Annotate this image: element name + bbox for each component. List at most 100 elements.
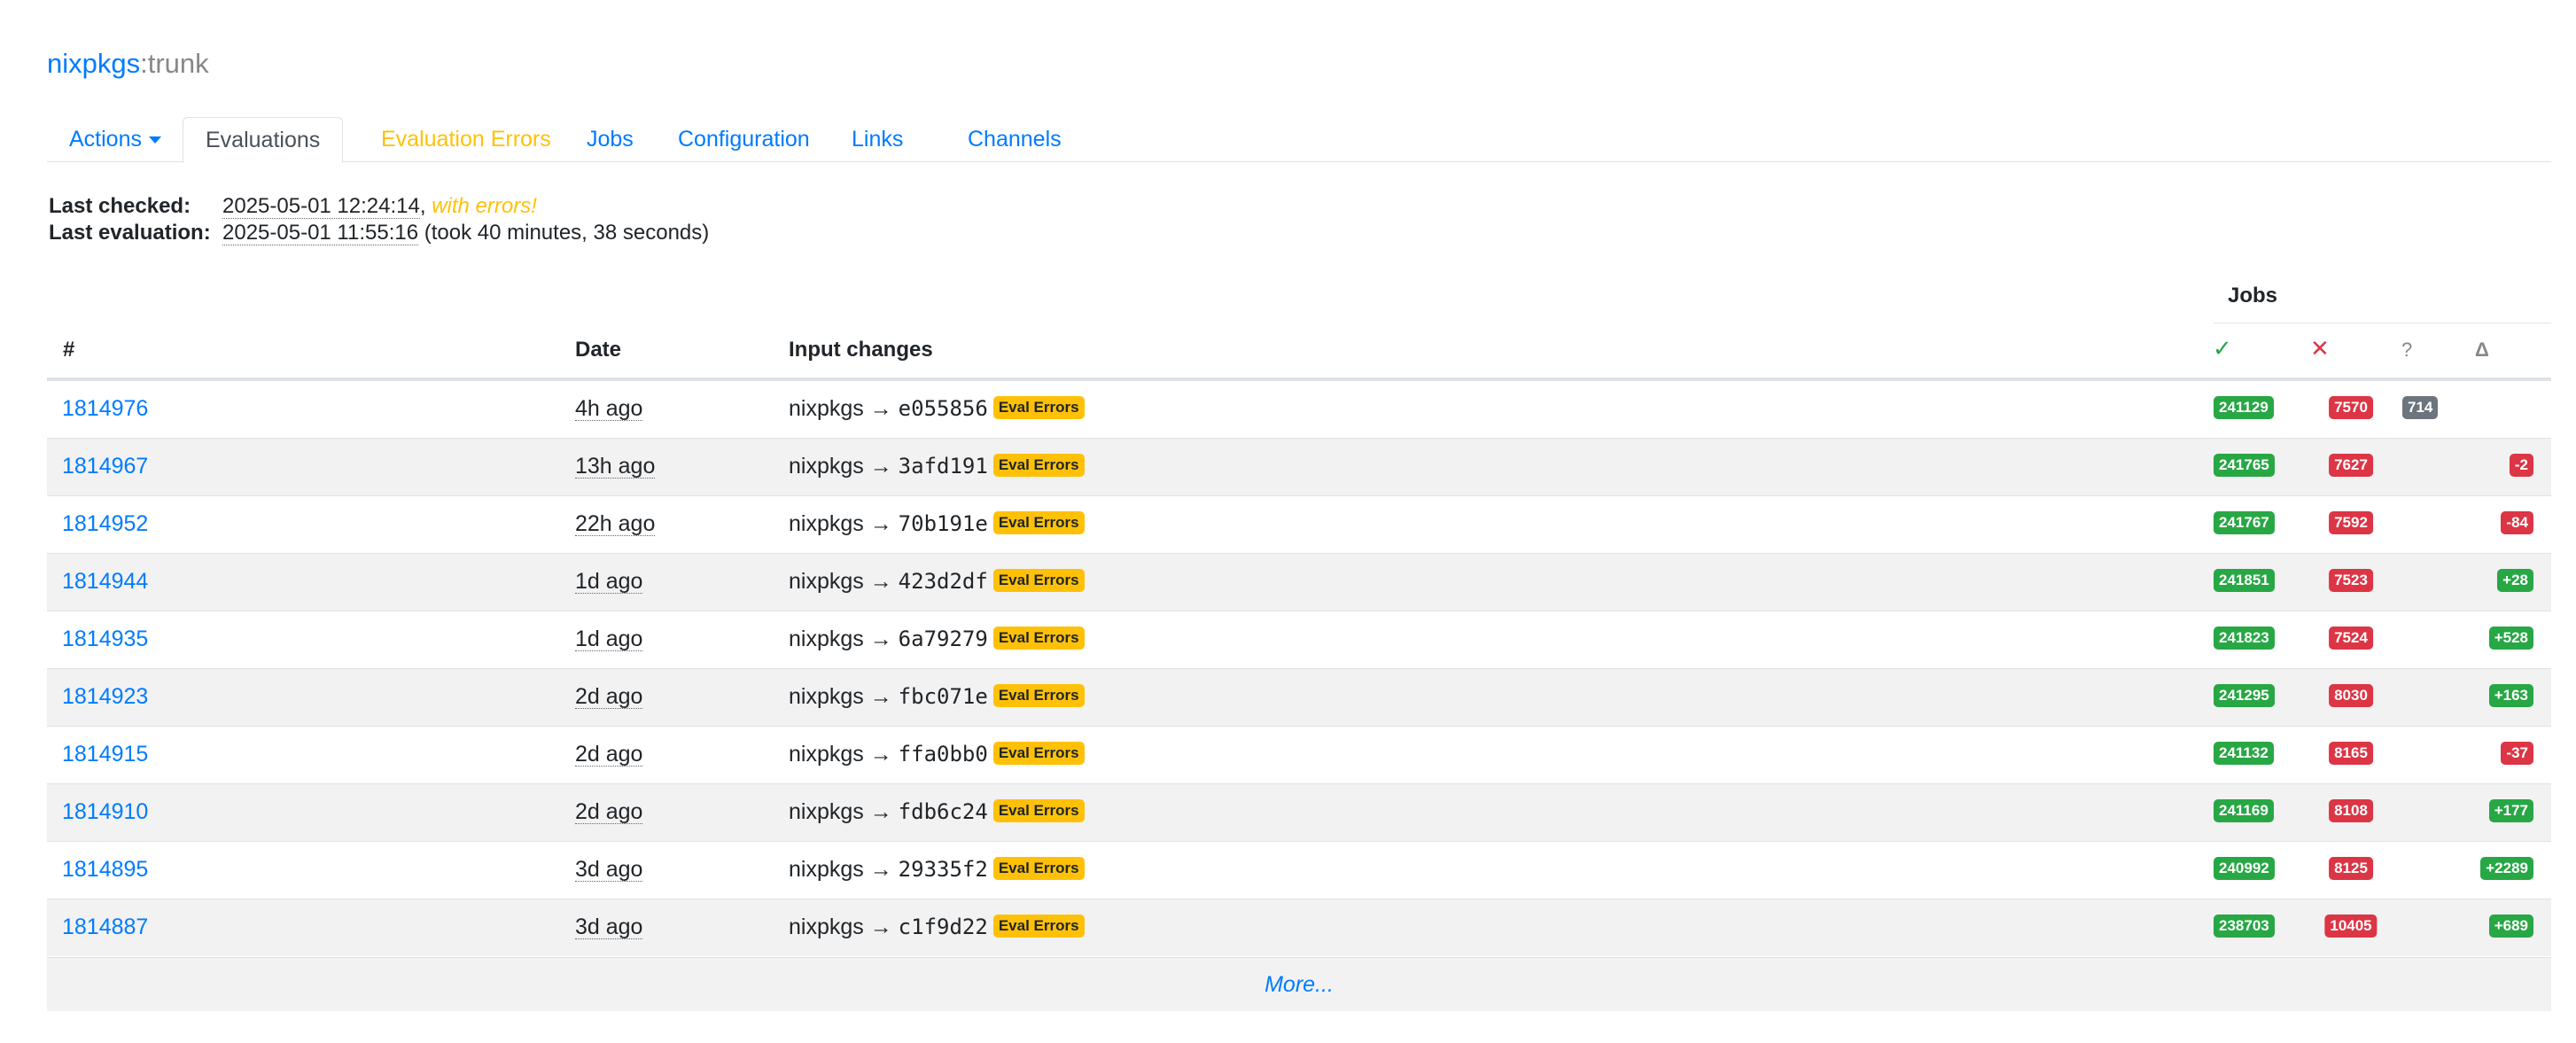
last-evaluation-value-group: 2025-05-01 11:55:16 (took 40 minutes, 38… — [222, 220, 709, 246]
evaluation-id-link[interactable]: 1814944 — [62, 554, 148, 611]
revision-hash[interactable]: c1f9d22 — [899, 915, 988, 939]
eval-errors-badge[interactable]: Eval Errors — [992, 857, 1085, 881]
page-title: nixpkgs:trunk — [47, 46, 209, 82]
succeeded-count-cell: 241851 — [2214, 554, 2275, 611]
succeeded-count-badge[interactable]: 241765 — [2214, 454, 2275, 478]
last-evaluation-duration: (took 40 minutes, 38 seconds) — [424, 221, 710, 245]
eval-errors-badge[interactable]: Eval Errors — [992, 627, 1085, 650]
failed-count-cell: 7592 — [2329, 496, 2373, 554]
failed-count-badge[interactable]: 7627 — [2329, 454, 2373, 478]
delta-icon: Δ — [2475, 339, 2489, 361]
failed-count-cell: 8125 — [2329, 842, 2373, 899]
tab-actions[interactable]: Actions — [47, 117, 183, 161]
failed-count-cell: 8108 — [2329, 784, 2373, 842]
arrow-icon: → — [869, 684, 892, 709]
succeeded-count-badge[interactable]: 241767 — [2214, 511, 2275, 535]
failed-count-badge[interactable]: 7592 — [2329, 511, 2373, 535]
input-name: nixpkgs — [789, 569, 864, 594]
input-changes: nixpkgs → 6a79279 Eval Errors — [789, 611, 1085, 669]
succeeded-count-badge[interactable]: 241129 — [2214, 396, 2274, 420]
more-link[interactable]: More... — [47, 957, 2551, 1011]
evaluation-date: 13h ago — [575, 439, 656, 496]
eval-errors-badge[interactable]: Eval Errors — [992, 511, 1085, 535]
revision-hash[interactable]: 423d2df — [899, 569, 988, 594]
succeeded-count-badge[interactable]: 241169 — [2214, 799, 2274, 823]
tab-configuration[interactable]: Configuration — [656, 117, 832, 161]
eval-errors-badge[interactable]: Eval Errors — [992, 396, 1085, 420]
arrow-icon: → — [869, 569, 892, 594]
tab-evaluation-errors-label: Evaluation Errors — [381, 127, 551, 152]
eval-errors-badge[interactable]: Eval Errors — [992, 569, 1085, 593]
evaluation-id-link[interactable]: 1814887 — [62, 899, 148, 957]
failed-count-badge[interactable]: 7524 — [2329, 627, 2373, 650]
revision-hash[interactable]: fdb6c24 — [899, 799, 988, 824]
succeeded-count-badge[interactable]: 241851 — [2214, 569, 2275, 593]
table-header: # Date Input changes ✓ ✕ ? Δ — [47, 324, 2551, 380]
tab-actions-label: Actions — [69, 127, 142, 152]
tab-links-label: Links — [852, 127, 904, 152]
evaluation-id-link[interactable]: 1814967 — [62, 439, 148, 496]
tab-channels[interactable]: Channels — [946, 117, 1084, 161]
tab-channels-label: Channels — [968, 127, 1062, 152]
failed-count-cell: 8165 — [2329, 727, 2373, 784]
evaluation-id-link[interactable]: 1814910 — [62, 784, 148, 842]
eval-errors-badge[interactable]: Eval Errors — [992, 742, 1085, 766]
tab-jobs[interactable]: Jobs — [564, 117, 656, 161]
revision-hash[interactable]: 3afd191 — [899, 454, 988, 479]
revision-hash[interactable]: 29335f2 — [899, 857, 988, 882]
project-link[interactable]: nixpkgs — [47, 48, 140, 79]
evaluation-id-link[interactable]: 1814976 — [62, 381, 148, 439]
succeeded-count-cell: 238703 — [2214, 899, 2275, 957]
succeeded-count-badge[interactable]: 241295 — [2214, 684, 2275, 708]
succeeded-count-badge[interactable]: 241823 — [2214, 627, 2275, 650]
tab-links[interactable]: Links — [829, 117, 925, 161]
eval-errors-badge[interactable]: Eval Errors — [992, 454, 1085, 478]
tab-evaluation-errors[interactable]: Evaluation Errors — [359, 117, 573, 161]
eval-errors-badge[interactable]: Eval Errors — [992, 799, 1085, 823]
nav-tabs: Actions Evaluations Evaluation Errors Jo… — [47, 117, 2551, 163]
evaluation-date: 3d ago — [575, 899, 643, 957]
failed-count-badge[interactable]: 8030 — [2329, 684, 2373, 708]
revision-hash[interactable]: fbc071e — [899, 684, 988, 709]
delta-badge: -37 — [2501, 742, 2533, 766]
evaluation-id-link[interactable]: 1814923 — [62, 669, 148, 727]
failed-count-badge[interactable]: 8125 — [2329, 857, 2373, 881]
delta-badge: +28 — [2497, 569, 2533, 593]
delta-badge: +528 — [2488, 627, 2533, 650]
failed-count-badge[interactable]: 7523 — [2329, 569, 2373, 593]
evaluation-id-link[interactable]: 1814895 — [62, 842, 148, 899]
eval-errors-badge[interactable]: Eval Errors — [992, 915, 1085, 938]
failed-count-badge[interactable]: 8165 — [2329, 742, 2373, 766]
evaluation-id-link[interactable]: 1814952 — [62, 496, 148, 554]
input-name: nixpkgs — [789, 799, 864, 824]
succeeded-count-badge[interactable]: 238703 — [2214, 915, 2275, 938]
last-checked-time: 2025-05-01 12:24:14 — [222, 194, 420, 219]
failed-count-badge[interactable]: 7570 — [2329, 396, 2373, 420]
succeeded-count-badge[interactable]: 241132 — [2214, 742, 2274, 766]
failed-cross-icon: ✕ — [2310, 335, 2330, 362]
failed-count-badge[interactable]: 10405 — [2324, 915, 2378, 938]
title-separator: : — [140, 48, 148, 79]
arrow-icon: → — [869, 857, 892, 882]
last-checked-error[interactable]: with errors! — [432, 194, 537, 218]
evaluation-id-link[interactable]: 1814915 — [62, 727, 148, 784]
input-name: nixpkgs — [789, 857, 864, 882]
eval-errors-badge[interactable]: Eval Errors — [992, 684, 1085, 708]
revision-hash[interactable]: ffa0bb0 — [899, 742, 988, 767]
column-date: Date — [575, 338, 622, 362]
revision-hash[interactable]: 6a79279 — [899, 627, 988, 651]
table-row: 1814944 1d ago nixpkgs → 423d2df Eval Error… — [47, 553, 2551, 611]
input-name: nixpkgs — [789, 627, 864, 651]
tab-evaluations[interactable]: Evaluations — [183, 117, 344, 163]
queued-count-cell: 714 — [2402, 381, 2439, 439]
queued-count-badge[interactable]: 714 — [2402, 396, 2439, 420]
table-row: 1814935 1d ago nixpkgs → 6a79279 Eval Error… — [47, 611, 2551, 668]
revision-hash[interactable]: 70b191e — [899, 511, 988, 536]
succeeded-count-badge[interactable]: 240992 — [2214, 857, 2275, 881]
input-changes: nixpkgs → fdb6c24 Eval Errors — [789, 784, 1085, 842]
succeeded-count-cell: 241823 — [2214, 611, 2275, 669]
arrow-icon: → — [869, 742, 892, 767]
failed-count-badge[interactable]: 8108 — [2329, 799, 2373, 823]
revision-hash[interactable]: e055856 — [899, 396, 988, 421]
evaluation-id-link[interactable]: 1814935 — [62, 611, 148, 669]
